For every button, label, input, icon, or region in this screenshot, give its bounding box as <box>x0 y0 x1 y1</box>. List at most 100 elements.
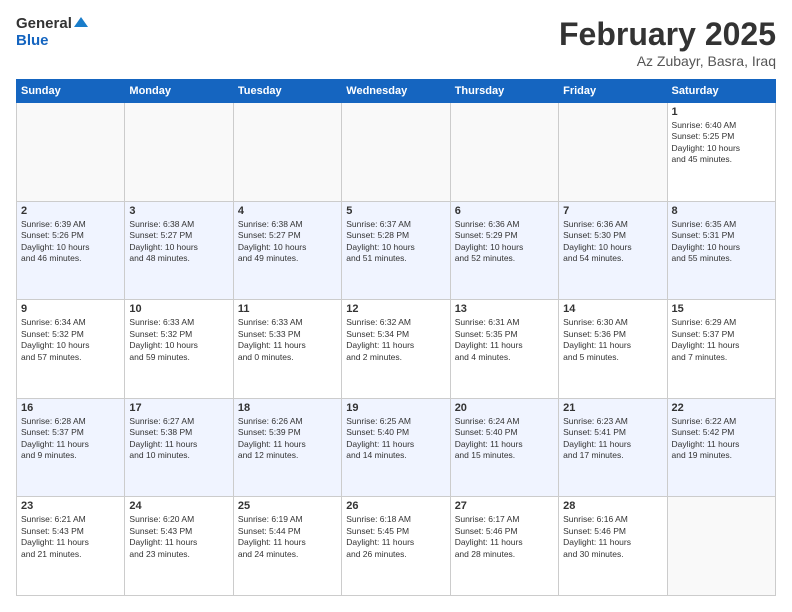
day-info: Sunrise: 6:18 AM Sunset: 5:45 PM Dayligh… <box>346 514 445 560</box>
day-info: Sunrise: 6:36 AM Sunset: 5:30 PM Dayligh… <box>563 219 662 265</box>
day-number: 18 <box>238 402 337 414</box>
day-number: 27 <box>455 500 554 512</box>
calendar-week-row: 23Sunrise: 6:21 AM Sunset: 5:43 PM Dayli… <box>17 497 776 596</box>
day-number: 16 <box>21 402 120 414</box>
col-thursday: Thursday <box>450 80 558 103</box>
day-info: Sunrise: 6:33 AM Sunset: 5:32 PM Dayligh… <box>129 317 228 363</box>
table-row: 25 Sunrise: 6:19 AM Sunset: 5:44 PM Dayli… <box>233 497 341 596</box>
table-row: 23Sunrise: 6:21 AM Sunset: 5:43 PM Dayli… <box>17 497 125 596</box>
table-row: 1Sunrise: 6:40 AM Sunset: 5:25 PM Daylig… <box>667 103 775 202</box>
day-info: Sunrise: 6:28 AM Sunset: 5:37 PM Dayligh… <box>21 416 120 462</box>
day-number: 13 <box>455 303 554 315</box>
day-number: 8 <box>672 205 771 217</box>
table-row: 26 Sunrise: 6:18 AM Sunset: 5:45 PM Dayli… <box>342 497 450 596</box>
day-info: Sunrise: 6:37 AM Sunset: 5:28 PM Dayligh… <box>346 219 445 265</box>
title-block: February 2025 Az Zubayr, Basra, Iraq <box>559 16 776 69</box>
day-number: 6 <box>455 205 554 217</box>
day-number: 10 <box>129 303 228 315</box>
day-number: 9 <box>21 303 120 315</box>
table-row <box>125 103 233 202</box>
location: Az Zubayr, Basra, Iraq <box>559 53 776 69</box>
table-row: 5 Sunrise: 6:37 AM Sunset: 5:28 PM Daylig… <box>342 201 450 300</box>
day-info: Sunrise: 6:22 AM Sunset: 5:42 PM Dayligh… <box>672 416 771 462</box>
day-number: 2 <box>21 205 120 217</box>
table-row: 28Sunrise: 6:16 AM Sunset: 5:46 PM Dayli… <box>559 497 667 596</box>
table-row: 11 Sunrise: 6:33 AM Sunset: 5:33 PM Dayli… <box>233 300 341 399</box>
table-row <box>17 103 125 202</box>
day-number: 19 <box>346 402 445 414</box>
day-number: 17 <box>129 402 228 414</box>
day-number: 25 <box>238 500 337 512</box>
day-info: Sunrise: 6:39 AM Sunset: 5:26 PM Dayligh… <box>21 219 120 265</box>
table-row: 12 Sunrise: 6:32 AM Sunset: 5:34 PM Dayli… <box>342 300 450 399</box>
day-info: Sunrise: 6:38 AM Sunset: 5:27 PM Dayligh… <box>129 219 228 265</box>
day-info: Sunrise: 6:26 AM Sunset: 5:39 PM Dayligh… <box>238 416 337 462</box>
day-info: Sunrise: 6:40 AM Sunset: 5:25 PM Dayligh… <box>672 120 771 166</box>
logo: General Blue <box>16 16 88 49</box>
table-row: 13 Sunrise: 6:31 AM Sunset: 5:35 PM Dayli… <box>450 300 558 399</box>
day-number: 24 <box>129 500 228 512</box>
day-number: 12 <box>346 303 445 315</box>
day-number: 15 <box>672 303 771 315</box>
header: General Blue February 2025 Az Zubayr, Ba… <box>16 16 776 69</box>
table-row <box>559 103 667 202</box>
day-info: Sunrise: 6:21 AM Sunset: 5:43 PM Dayligh… <box>21 514 120 560</box>
day-number: 26 <box>346 500 445 512</box>
month-title: February 2025 <box>559 16 776 53</box>
day-info: Sunrise: 6:16 AM Sunset: 5:46 PM Dayligh… <box>563 514 662 560</box>
day-number: 4 <box>238 205 337 217</box>
table-row <box>450 103 558 202</box>
calendar-header-row: Sunday Monday Tuesday Wednesday Thursday… <box>17 80 776 103</box>
page: General Blue February 2025 Az Zubayr, Ba… <box>0 0 792 612</box>
day-info: Sunrise: 6:17 AM Sunset: 5:46 PM Dayligh… <box>455 514 554 560</box>
col-friday: Friday <box>559 80 667 103</box>
day-info: Sunrise: 6:34 AM Sunset: 5:32 PM Dayligh… <box>21 317 120 363</box>
day-info: Sunrise: 6:19 AM Sunset: 5:44 PM Dayligh… <box>238 514 337 560</box>
calendar-week-row: 2 Sunrise: 6:39 AM Sunset: 5:26 PM Daylig… <box>17 201 776 300</box>
day-info: Sunrise: 6:29 AM Sunset: 5:37 PM Dayligh… <box>672 317 771 363</box>
table-row: 16 Sunrise: 6:28 AM Sunset: 5:37 PM Dayli… <box>17 398 125 497</box>
table-row: 4 Sunrise: 6:38 AM Sunset: 5:27 PM Daylig… <box>233 201 341 300</box>
table-row: 8 Sunrise: 6:35 AM Sunset: 5:31 PM Daylig… <box>667 201 775 300</box>
day-info: Sunrise: 6:31 AM Sunset: 5:35 PM Dayligh… <box>455 317 554 363</box>
table-row: 2 Sunrise: 6:39 AM Sunset: 5:26 PM Daylig… <box>17 201 125 300</box>
table-row: 3Sunrise: 6:38 AM Sunset: 5:27 PM Daylig… <box>125 201 233 300</box>
day-number: 11 <box>238 303 337 315</box>
table-row: 22 Sunrise: 6:22 AM Sunset: 5:42 PM Dayli… <box>667 398 775 497</box>
col-wednesday: Wednesday <box>342 80 450 103</box>
table-row: 9 Sunrise: 6:34 AM Sunset: 5:32 PM Daylig… <box>17 300 125 399</box>
table-row: 24 Sunrise: 6:20 AM Sunset: 5:43 PM Dayli… <box>125 497 233 596</box>
day-info: Sunrise: 6:20 AM Sunset: 5:43 PM Dayligh… <box>129 514 228 560</box>
day-info: Sunrise: 6:32 AM Sunset: 5:34 PM Dayligh… <box>346 317 445 363</box>
col-monday: Monday <box>125 80 233 103</box>
table-row: 18 Sunrise: 6:26 AM Sunset: 5:39 PM Dayli… <box>233 398 341 497</box>
table-row: 14 Sunrise: 6:30 AM Sunset: 5:36 PM Dayli… <box>559 300 667 399</box>
day-info: Sunrise: 6:30 AM Sunset: 5:36 PM Dayligh… <box>563 317 662 363</box>
col-tuesday: Tuesday <box>233 80 341 103</box>
day-info: Sunrise: 6:35 AM Sunset: 5:31 PM Dayligh… <box>672 219 771 265</box>
table-row <box>342 103 450 202</box>
table-row: 27 Sunrise: 6:17 AM Sunset: 5:46 PM Dayli… <box>450 497 558 596</box>
day-info: Sunrise: 6:24 AM Sunset: 5:40 PM Dayligh… <box>455 416 554 462</box>
table-row: 6Sunrise: 6:36 AM Sunset: 5:29 PM Daylig… <box>450 201 558 300</box>
day-info: Sunrise: 6:27 AM Sunset: 5:38 PM Dayligh… <box>129 416 228 462</box>
calendar-week-row: 1Sunrise: 6:40 AM Sunset: 5:25 PM Daylig… <box>17 103 776 202</box>
day-number: 5 <box>346 205 445 217</box>
day-info: Sunrise: 6:33 AM Sunset: 5:33 PM Dayligh… <box>238 317 337 363</box>
day-info: Sunrise: 6:25 AM Sunset: 5:40 PM Dayligh… <box>346 416 445 462</box>
table-row: 20 Sunrise: 6:24 AM Sunset: 5:40 PM Dayli… <box>450 398 558 497</box>
table-row: 15 Sunrise: 6:29 AM Sunset: 5:37 PM Dayli… <box>667 300 775 399</box>
col-saturday: Saturday <box>667 80 775 103</box>
calendar-week-row: 16 Sunrise: 6:28 AM Sunset: 5:37 PM Dayli… <box>17 398 776 497</box>
day-number: 7 <box>563 205 662 217</box>
day-info: Sunrise: 6:23 AM Sunset: 5:41 PM Dayligh… <box>563 416 662 462</box>
table-row <box>233 103 341 202</box>
day-info: Sunrise: 6:38 AM Sunset: 5:27 PM Dayligh… <box>238 219 337 265</box>
day-number: 21 <box>563 402 662 414</box>
day-number: 20 <box>455 402 554 414</box>
day-number: 22 <box>672 402 771 414</box>
day-number: 14 <box>563 303 662 315</box>
table-row: 7 Sunrise: 6:36 AM Sunset: 5:30 PM Daylig… <box>559 201 667 300</box>
table-row: 19 Sunrise: 6:25 AM Sunset: 5:40 PM Dayli… <box>342 398 450 497</box>
calendar-week-row: 9 Sunrise: 6:34 AM Sunset: 5:32 PM Daylig… <box>17 300 776 399</box>
